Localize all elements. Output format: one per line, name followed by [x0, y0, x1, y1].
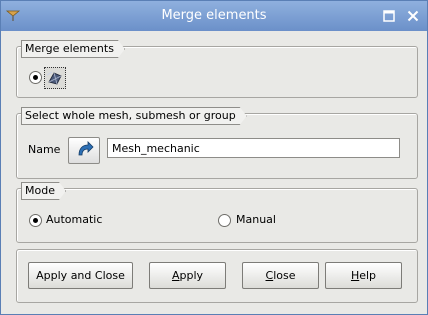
apply-button[interactable]: Apply: [149, 262, 226, 289]
apply-and-close-label: Apply and Close: [36, 269, 125, 282]
close-icon[interactable]: [404, 7, 422, 25]
source-group-title: Select whole mesh, submesh or group: [21, 107, 247, 125]
help-mnemonic: H: [350, 269, 360, 282]
merge-elements-option[interactable]: [44, 67, 66, 89]
algorithm-group-title: Merge elements: [21, 40, 125, 58]
merge-elements-icon: [46, 71, 62, 85]
title-bar[interactable]: Merge elements: [1, 1, 427, 31]
automatic-radio[interactable]: [29, 214, 42, 227]
mode-group-title: Mode: [21, 182, 66, 200]
window-title: Merge elements: [161, 8, 267, 23]
apply-mnemonic: A: [171, 269, 180, 282]
apply-label: pply: [179, 269, 204, 282]
select-object-button[interactable]: [68, 137, 100, 164]
help-button[interactable]: Help: [325, 262, 402, 289]
close-button[interactable]: Close: [242, 262, 319, 289]
automatic-label[interactable]: Automatic: [46, 213, 102, 226]
merge-elements-radio[interactable]: [29, 71, 42, 84]
algorithm-group: Merge elements: [16, 46, 418, 98]
arrow-select-icon: [78, 141, 94, 156]
maximize-icon[interactable]: [380, 7, 398, 25]
apply-and-close-button[interactable]: Apply and Close: [28, 262, 133, 289]
help-label: elp: [359, 269, 377, 282]
mesh-name-field[interactable]: Mesh_mechanic: [107, 138, 400, 158]
name-label: Name: [28, 143, 61, 156]
close-label: lose: [273, 269, 296, 282]
manual-radio[interactable]: [218, 214, 231, 227]
merge-elements-dialog: Merge elements Merge elements Select who…: [0, 0, 428, 315]
manual-label[interactable]: Manual: [236, 213, 276, 226]
